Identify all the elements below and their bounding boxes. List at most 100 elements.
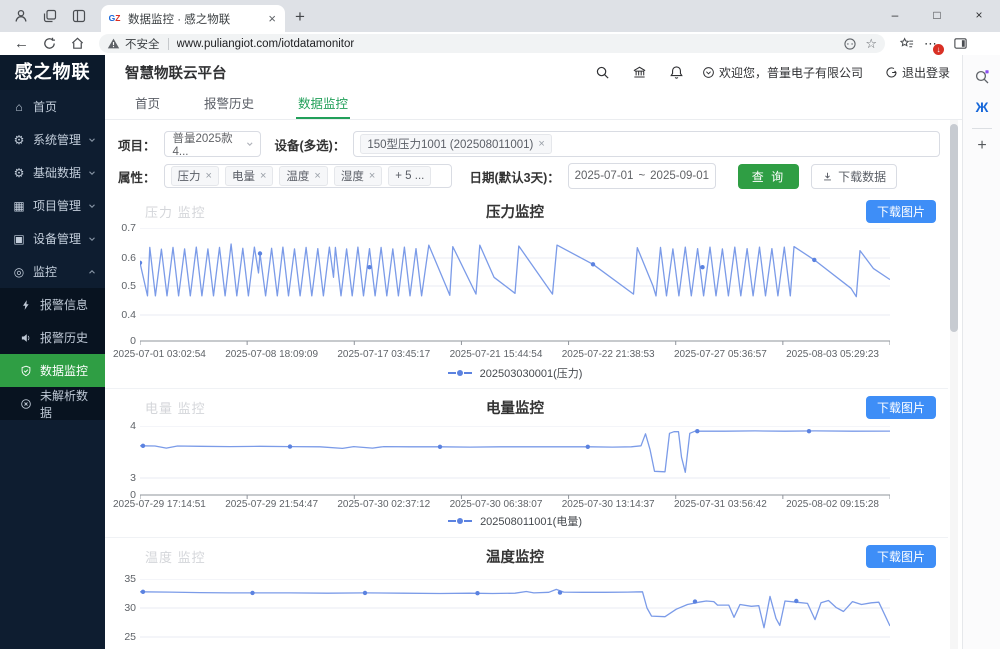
chart-canvas xyxy=(140,579,890,649)
y-tick-label: 35 xyxy=(124,572,136,586)
x-tick-label: 2025-08-03 05:29:23 xyxy=(786,349,879,360)
logout-button[interactable]: 退出登录 xyxy=(885,64,950,81)
battery-line-chart[interactable] xyxy=(140,426,890,501)
workspaces-icon[interactable] xyxy=(42,8,58,24)
chart-legend[interactable]: 202503030001(压力) xyxy=(140,365,890,381)
minimize-button[interactable]: – xyxy=(874,0,916,32)
project-select[interactable]: 普量2025款4... xyxy=(164,131,261,157)
browser-tab[interactable]: GZ 数据监控 · 感之物联 × xyxy=(101,5,285,32)
legend-marker xyxy=(448,520,456,522)
page-actions-icon[interactable] xyxy=(843,37,857,51)
sidebar-search-icon[interactable] xyxy=(974,69,990,85)
organization-icon[interactable] xyxy=(632,65,647,80)
query-button[interactable]: 查 询 xyxy=(738,164,799,189)
x-tick-label: 2025-07-17 03:45:17 xyxy=(337,349,430,360)
remove-tag-icon[interactable]: × xyxy=(314,170,320,182)
scrollbar-thumb[interactable] xyxy=(950,124,958,332)
favorites-bar-icon[interactable] xyxy=(899,36,914,51)
x-tick-label: 2025-07-21 15:44:54 xyxy=(450,349,543,360)
browser-window: GZ 数据监控 · 感之物联 × + – □ × ← 不安全 www.pulia… xyxy=(0,0,1000,649)
x-tick-label: 2025-07-29 17:14:51 xyxy=(113,499,206,510)
device-label: 设备(多选)： xyxy=(275,135,346,154)
vertical-tabs-icon[interactable] xyxy=(71,8,87,24)
new-tab-button[interactable]: + xyxy=(295,8,305,25)
add-panel-icon[interactable]: + xyxy=(977,138,986,154)
x-axis-labels: 2025-07-01 03:02:542025-07-08 18:09:0920… xyxy=(113,349,879,360)
sidebar-item-alarm-history[interactable]: 报警历史 xyxy=(0,321,105,354)
page-url[interactable]: www.puliangiot.com/iotdatamonitor xyxy=(177,38,836,50)
x-tick-label: 2025-07-08 18:09:09 xyxy=(225,349,318,360)
attr-tag-pressure: 压力× xyxy=(171,166,219,186)
chart-legend[interactable]: 202508011001(电量) xyxy=(140,513,890,529)
chevron-down-icon xyxy=(87,135,97,145)
browser-tab-strip: GZ 数据监控 · 感之物联 × + – □ × xyxy=(0,0,1000,32)
y-tick-label: 0.7 xyxy=(121,221,136,235)
remove-tag-icon[interactable]: × xyxy=(538,138,544,150)
device-tag: 150型压力1001 (202508011001)× xyxy=(360,134,551,154)
chevron-up-icon xyxy=(87,267,97,277)
url-field[interactable]: 不安全 www.puliangiot.com/iotdatamonitor ☆ xyxy=(99,34,885,53)
update-badge: ↓ xyxy=(933,44,944,55)
search-icon[interactable] xyxy=(595,65,610,80)
tab-home[interactable]: 首页 xyxy=(135,90,160,120)
attr-tag-more[interactable]: + 5 ... xyxy=(388,166,431,186)
chart-title: 压力监控 xyxy=(140,201,890,222)
battery-chart-section: 电量 监控 电量监控 下载图片 430 2025-07-29 17:14:512… xyxy=(105,388,948,538)
date-range-input[interactable]: 2025-07-01 ~ 2025-09-01 xyxy=(568,163,716,189)
device-icon: ▣ xyxy=(12,232,26,246)
pressure-line-chart[interactable] xyxy=(140,228,890,347)
home-icon[interactable] xyxy=(70,36,85,51)
speaker-icon xyxy=(20,332,34,344)
bell-icon[interactable] xyxy=(669,65,684,80)
edge-app-logo-icon[interactable]: Ж xyxy=(976,99,989,115)
project-label: 项目： xyxy=(118,135,156,154)
site-favicon: GZ xyxy=(107,11,122,26)
bolt-icon xyxy=(20,299,34,311)
split-screen-icon[interactable] xyxy=(953,36,968,51)
tab-alarm-history[interactable]: 报警历史 xyxy=(204,90,254,120)
page-scrollbar[interactable] xyxy=(950,120,958,649)
chevron-down-icon xyxy=(245,139,255,149)
not-secure-warning-icon xyxy=(107,37,120,50)
attribute-label: 属性： xyxy=(118,167,156,186)
header-actions: 欢迎您，普量电子有限公司 退出登录 xyxy=(573,64,950,81)
security-label[interactable]: 不安全 xyxy=(125,36,160,52)
browser-menu-icon[interactable]: ⋯↓ xyxy=(924,37,937,50)
user-welcome[interactable]: 欢迎您，普量电子有限公司 xyxy=(702,64,863,81)
sidebar-item-home[interactable]: ⌂ 首页 xyxy=(0,90,105,123)
sidebar-item-monitoring[interactable]: ◎ 监控 xyxy=(0,255,105,288)
sidebar-item-project-management[interactable]: ▦ 项目管理 xyxy=(0,189,105,222)
bookmark-star-icon[interactable]: ☆ xyxy=(865,37,877,50)
attribute-multiselect[interactable]: 压力× 电量× 温度× 湿度× + 5 ... xyxy=(164,164,452,188)
download-image-button[interactable]: 下载图片 xyxy=(866,200,936,223)
sidebar-item-device-management[interactable]: ▣ 设备管理 xyxy=(0,222,105,255)
device-multiselect[interactable]: 150型压力1001 (202508011001)× xyxy=(353,131,940,157)
temperature-line-chart[interactable] xyxy=(140,579,890,649)
close-button[interactable]: × xyxy=(958,0,1000,32)
sidebar-item-alarm-info[interactable]: 报警信息 xyxy=(0,288,105,321)
remove-tag-icon[interactable]: × xyxy=(206,170,212,182)
download-data-button[interactable]: 下载数据 xyxy=(811,164,897,189)
x-tick-label: 2025-07-30 02:37:12 xyxy=(337,499,430,510)
tab-close-icon[interactable]: × xyxy=(265,11,279,26)
maximize-button[interactable]: □ xyxy=(916,0,958,32)
remove-tag-icon[interactable]: × xyxy=(369,170,375,182)
download-image-button[interactable]: 下载图片 xyxy=(866,396,936,419)
sidebar-item-system-management[interactable]: ⚙ 系统管理 xyxy=(0,123,105,156)
x-axis-labels: 2025-07-29 17:14:512025-07-29 21:54:4720… xyxy=(113,499,879,510)
back-icon[interactable]: ← xyxy=(14,36,29,51)
refresh-icon[interactable] xyxy=(42,36,57,51)
sidebar-item-data-monitoring[interactable]: 数据监控 xyxy=(0,354,105,387)
sidebar-item-unparsed-data[interactable]: 未解析数据 xyxy=(0,387,105,420)
grid-icon: ▦ xyxy=(12,199,26,213)
tab-data-monitoring[interactable]: 数据监控 xyxy=(298,90,348,120)
chart-canvas xyxy=(140,426,890,501)
legend-marker xyxy=(448,372,456,374)
download-image-button[interactable]: 下载图片 xyxy=(866,545,936,568)
logout-icon xyxy=(885,66,898,79)
profile-icon[interactable] xyxy=(13,8,29,24)
remove-tag-icon[interactable]: × xyxy=(260,170,266,182)
sidebar-item-basic-data[interactable]: ⚙ 基础数据 xyxy=(0,156,105,189)
download-icon xyxy=(822,171,833,182)
attr-tag-battery: 电量× xyxy=(225,166,273,186)
